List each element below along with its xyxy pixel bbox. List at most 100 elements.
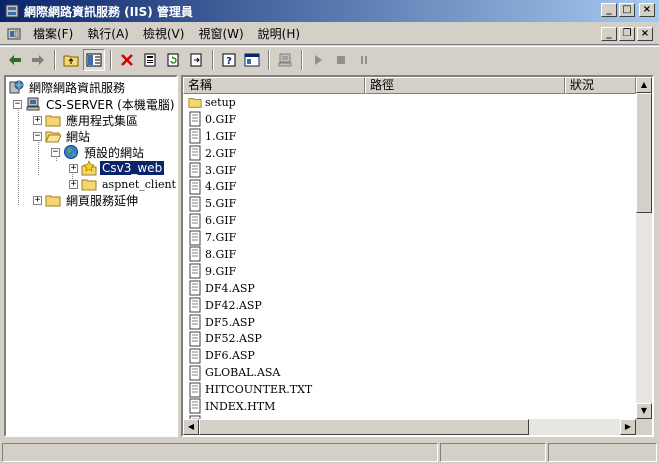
close-button[interactable]: × bbox=[639, 3, 655, 17]
list-item[interactable]: setup bbox=[185, 94, 635, 111]
tree-server[interactable]: − CS-SERVER (本機電腦) bbox=[13, 96, 176, 112]
toolbar-separator bbox=[54, 49, 56, 70]
list-item[interactable]: 1.GIF bbox=[185, 128, 635, 145]
export-list-button[interactable] bbox=[185, 49, 207, 71]
list-item[interactable]: 8.GIF bbox=[185, 246, 635, 263]
back-icon bbox=[9, 54, 21, 65]
child-close-button[interactable]: × bbox=[637, 27, 653, 41]
iis-services-icon bbox=[9, 80, 24, 94]
forward-button[interactable] bbox=[27, 49, 49, 71]
play-icon bbox=[315, 54, 322, 65]
list-item[interactable]: DF6.ASP bbox=[185, 347, 635, 364]
collapse-icon[interactable]: − bbox=[13, 99, 22, 109]
show-hide-tree-button[interactable] bbox=[83, 48, 105, 71]
menu-help[interactable]: 說明(H) bbox=[251, 25, 307, 42]
tree-root[interactable]: 網際網路資訊服務 bbox=[8, 79, 127, 95]
computer-icon bbox=[278, 53, 292, 66]
tree-label-csv3-web: Csv3_web bbox=[98, 160, 166, 176]
connect-computer-button[interactable] bbox=[274, 49, 296, 71]
list-item[interactable]: GLOBAL.ASA bbox=[185, 364, 635, 381]
expand-icon[interactable]: + bbox=[69, 163, 78, 173]
list-item[interactable]: 5.GIF bbox=[185, 195, 635, 212]
stop-button[interactable] bbox=[330, 49, 352, 71]
help-button[interactable]: ? bbox=[218, 49, 240, 71]
menu-file[interactable]: 檔案(F) bbox=[26, 25, 80, 42]
file-name: HITCOUNTER.TXT bbox=[205, 383, 313, 397]
tree-csv3-web[interactable]: + Csv3_web bbox=[69, 160, 166, 176]
tree-websites[interactable]: − 網站 bbox=[33, 128, 92, 144]
menu-window[interactable]: 視窗(W) bbox=[191, 25, 250, 42]
list-item[interactable]: HITCOUNTER.TXT bbox=[185, 381, 635, 398]
list-item[interactable]: DF42.ASP bbox=[185, 297, 635, 314]
menu-view[interactable]: 檢視(V) bbox=[136, 25, 192, 42]
pause-button[interactable] bbox=[353, 49, 375, 71]
expand-icon[interactable]: + bbox=[33, 195, 42, 205]
toolbar-separator bbox=[268, 49, 270, 70]
horizontal-scroll-thumb[interactable] bbox=[199, 419, 529, 435]
status-panel-2 bbox=[440, 443, 546, 462]
toolbar-separator bbox=[212, 49, 214, 70]
column-path[interactable]: 路徑 bbox=[365, 77, 565, 94]
list-item[interactable]: 9.GIF bbox=[185, 263, 635, 280]
refresh-button[interactable] bbox=[162, 49, 184, 71]
tree-default-site[interactable]: − 預設的網站 bbox=[51, 144, 146, 160]
scrollbar-corner bbox=[636, 419, 652, 435]
delete-button[interactable] bbox=[116, 49, 138, 71]
list-item[interactable]: 3.GIF bbox=[185, 162, 635, 179]
up-folder-icon bbox=[63, 55, 79, 66]
vertical-scrollbar[interactable]: ▲ ▼ bbox=[636, 77, 652, 419]
document-icon bbox=[189, 162, 201, 178]
vertical-scroll-thumb[interactable] bbox=[636, 93, 652, 213]
console-system-icon[interactable] bbox=[6, 26, 22, 42]
list-item[interactable]: DF4.ASP bbox=[185, 280, 635, 297]
tree-web-ext[interactable]: + 網頁服務延伸 bbox=[33, 192, 140, 208]
scroll-up-button[interactable]: ▲ bbox=[636, 77, 652, 93]
list-item[interactable]: 7.GIF bbox=[185, 229, 635, 246]
collapse-icon[interactable]: − bbox=[51, 147, 60, 157]
list-item[interactable]: DF52.ASP bbox=[185, 330, 635, 347]
up-one-level-button[interactable] bbox=[60, 49, 82, 71]
document-icon bbox=[189, 331, 201, 347]
scroll-down-button[interactable]: ▼ bbox=[636, 403, 652, 419]
back-button[interactable] bbox=[4, 49, 26, 71]
child-minimize-button[interactable]: _ bbox=[601, 27, 617, 41]
list-item[interactable]: DF5.ASP bbox=[185, 314, 635, 331]
show-console-tree-button[interactable] bbox=[241, 49, 263, 71]
console-tree-pane[interactable]: 網際網路資訊服務 − CS-SERVER (本機電腦) + 應用程式集區 − 網… bbox=[4, 75, 178, 437]
tree-app-pools[interactable]: + 應用程式集區 bbox=[33, 112, 140, 128]
column-name[interactable]: 名稱 bbox=[183, 77, 365, 94]
list-item[interactable]: 6.GIF bbox=[185, 212, 635, 229]
scroll-right-button[interactable]: ▶ bbox=[620, 419, 636, 435]
child-restore-button[interactable]: ❐ bbox=[619, 27, 635, 41]
list-item[interactable]: 2.GIF bbox=[185, 145, 635, 162]
web-app-icon bbox=[81, 160, 97, 176]
horizontal-scrollbar[interactable]: ◀ ▶ bbox=[183, 419, 636, 435]
document-icon bbox=[189, 297, 201, 313]
file-name: DF4.ASP bbox=[205, 281, 255, 295]
file-name: 3.GIF bbox=[205, 163, 237, 177]
scroll-left-button[interactable]: ◀ bbox=[183, 419, 199, 435]
file-name: 2.GIF bbox=[205, 146, 237, 160]
start-button[interactable] bbox=[307, 49, 329, 71]
maximize-button[interactable]: □ bbox=[619, 3, 635, 17]
document-icon bbox=[189, 246, 201, 262]
tree-aspnet-client[interactable]: + aspnet_client bbox=[69, 176, 176, 192]
minimize-button[interactable]: _ bbox=[601, 3, 617, 17]
document-icon bbox=[189, 230, 201, 246]
properties-button[interactable] bbox=[139, 49, 161, 71]
expand-icon[interactable]: + bbox=[69, 179, 78, 189]
document-icon bbox=[189, 196, 201, 212]
toolbar-separator bbox=[110, 49, 112, 70]
list-item[interactable]: 4.GIF bbox=[185, 178, 635, 195]
list-item[interactable]: INDEX.HTM bbox=[185, 398, 635, 415]
details-list-pane[interactable]: 名稱 路徑 狀況 setup 0.GIF 1.GIF 2.GIF 3.GIF 4.GIF 5… bbox=[181, 75, 654, 437]
console-icon bbox=[244, 53, 260, 66]
expand-icon[interactable]: + bbox=[33, 115, 42, 125]
menu-action[interactable]: 執行(A) bbox=[80, 25, 136, 42]
tree-label-websites: 網站 bbox=[66, 129, 91, 144]
show-tree-icon bbox=[86, 53, 102, 66]
column-status[interactable]: 狀況 bbox=[565, 77, 636, 94]
help-icon: ? bbox=[222, 53, 236, 67]
collapse-icon[interactable]: − bbox=[33, 131, 42, 141]
list-item[interactable]: 0.GIF bbox=[185, 111, 635, 128]
